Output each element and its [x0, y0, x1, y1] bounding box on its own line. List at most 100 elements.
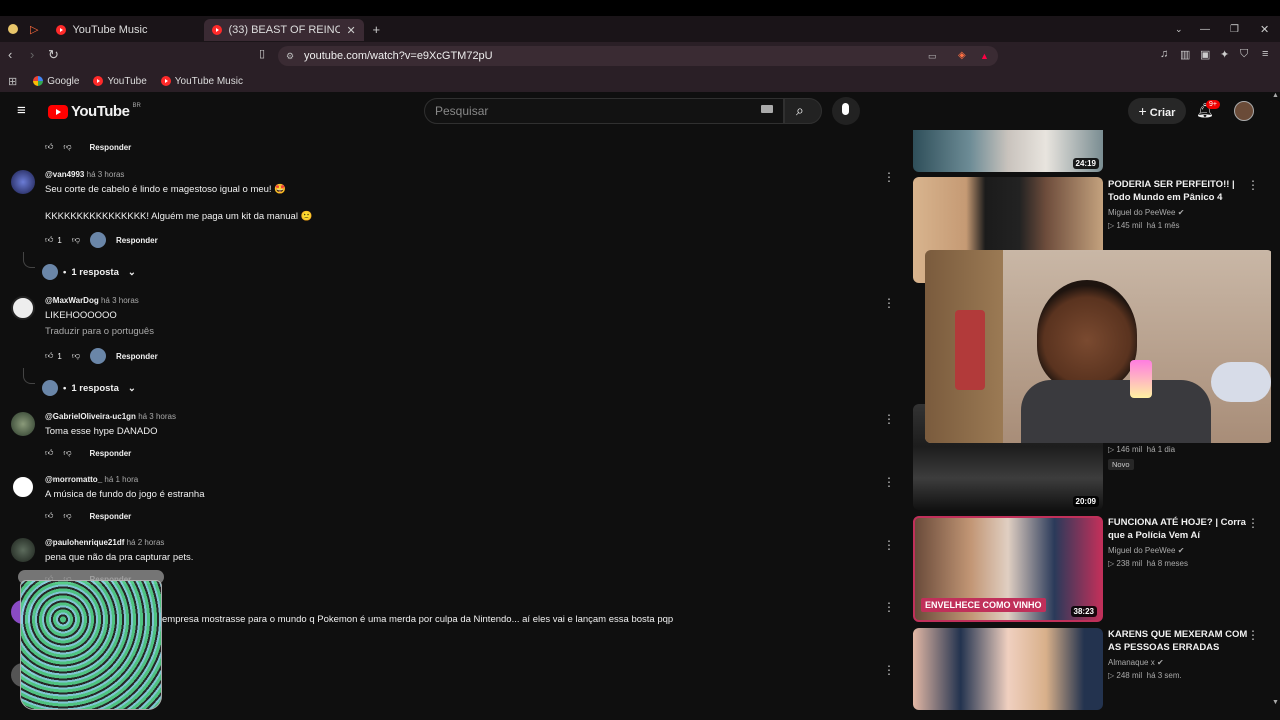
rewards-icon[interactable]: ▲: [980, 46, 989, 66]
search-input[interactable]: Pesquisar: [424, 98, 784, 124]
brave-shield-icon[interactable]: ◈: [958, 46, 966, 66]
translate-link[interactable]: Traduzir para o português: [45, 326, 154, 337]
comment-time[interactable]: há 3 horas: [101, 296, 139, 305]
like-icon[interactable]: 👍︎: [45, 448, 53, 458]
video-title[interactable]: KARENS QUE MEXERAM COM AS PESSOAS ERRADA…: [1108, 628, 1258, 654]
webcam-lamp: [1130, 360, 1152, 398]
reply-button[interactable]: Responder: [116, 352, 158, 361]
video-thumbnail[interactable]: ENVELHECE COMO VINHO 38:23: [913, 516, 1103, 622]
scroll-up-icon[interactable]: ▲: [1272, 92, 1279, 99]
comment-author[interactable]: @morromatto_: [45, 475, 102, 484]
tab-search-icon[interactable]: ⌄: [1175, 24, 1183, 35]
like-icon[interactable]: 👍︎: [45, 142, 53, 152]
more-options-icon[interactable]: ⋮: [883, 538, 895, 552]
voice-search-button[interactable]: [832, 97, 860, 125]
comment-time[interactable]: há 3 horas: [87, 170, 125, 179]
hamburger-menu-icon[interactable]: ≡: [17, 102, 26, 119]
leo-ai-icon[interactable]: ✦: [1220, 48, 1229, 61]
menu-icon[interactable]: ≡: [1262, 48, 1268, 60]
avatar[interactable]: [11, 412, 35, 436]
dislike-icon[interactable]: 👎︎: [63, 511, 71, 521]
view-replies-button[interactable]: • 1 resposta ⌄: [42, 380, 136, 396]
more-options-icon[interactable]: ⋮: [1247, 516, 1259, 530]
creator-heart-avatar: [89, 348, 106, 364]
search-button[interactable]: ⌕: [784, 98, 822, 124]
url-bar[interactable]: ⚙ youtube.com/watch?v=e9XcGTM72pU ▭ ◈ ▲: [278, 46, 998, 66]
account-avatar[interactable]: [1234, 101, 1254, 121]
dislike-icon[interactable]: 👎︎: [72, 235, 80, 245]
reply-button[interactable]: Responder: [90, 512, 132, 521]
video-meta: ▷ 248 mil há 3 sem.: [1108, 671, 1182, 680]
media-icon[interactable]: ♫: [1160, 48, 1168, 60]
channel-name[interactable]: Miguel do PeeWee ✔: [1108, 208, 1184, 217]
dislike-icon[interactable]: 👎︎: [63, 142, 71, 152]
tab-active-video[interactable]: (33) BEAST OF REINCARNATION ✕: [204, 19, 365, 41]
site-info-icon[interactable]: ⚙: [286, 46, 294, 66]
comment-author[interactable]: @MaxWarDog: [45, 296, 99, 305]
video-thumbnail[interactable]: 24:19: [913, 130, 1103, 172]
more-options-icon[interactable]: ⋮: [883, 296, 895, 310]
avatar[interactable]: [11, 170, 35, 194]
close-window-icon[interactable]: ✕: [1260, 23, 1269, 36]
page-scrollbar[interactable]: ▲ ▼: [1271, 92, 1280, 720]
create-button[interactable]: + Criar: [1128, 98, 1186, 124]
like-icon[interactable]: 👍︎: [45, 511, 53, 521]
video-title[interactable]: PODERIA SER PERFEITO!! | Todo Mundo em P…: [1108, 178, 1258, 204]
close-tab-icon[interactable]: ✕: [346, 24, 355, 37]
dislike-icon[interactable]: 👎︎: [72, 351, 80, 361]
channel-name[interactable]: Miguel do PeeWee ✔: [1108, 546, 1184, 555]
back-icon[interactable]: ‹: [8, 47, 12, 62]
new-tab-icon[interactable]: +: [372, 22, 380, 37]
maximize-icon[interactable]: ❐: [1230, 24, 1239, 35]
youtube-play-icon: [48, 104, 68, 119]
forward-icon[interactable]: ›: [30, 47, 34, 62]
reload-icon[interactable]: ↻: [48, 47, 59, 63]
comment-time[interactable]: há 3 horas: [138, 412, 176, 421]
vpn-icon[interactable]: ⛉: [1240, 48, 1248, 61]
view-replies-button[interactable]: • 1 resposta ⌄: [42, 264, 136, 280]
comment-author[interactable]: @paulohenrique21df: [45, 538, 124, 547]
video-title[interactable]: FUNCIONA ATÉ HOJE? | Corra que a Polícia…: [1108, 516, 1258, 542]
like-icon[interactable]: 👍︎: [45, 351, 53, 361]
more-options-icon[interactable]: ⋮: [883, 600, 895, 614]
avatar[interactable]: [11, 296, 35, 320]
dislike-icon[interactable]: 👎︎: [63, 448, 71, 458]
youtube-logo[interactable]: YouTube BR: [48, 103, 141, 120]
reply-button[interactable]: Responder: [116, 236, 158, 245]
apps-grid-icon[interactable]: ⊞: [8, 75, 17, 88]
channel-name[interactable]: Almanaque x ✔: [1108, 658, 1164, 667]
keyboard-icon[interactable]: [761, 105, 773, 113]
verified-icon: ✔: [1177, 208, 1185, 217]
bookmark-youtube-music[interactable]: YouTube Music: [160, 76, 243, 87]
comment-time[interactable]: há 2 horas: [127, 538, 165, 547]
comment-author[interactable]: @GabrielOliveira-uc1gn: [45, 412, 136, 421]
more-options-icon[interactable]: ⋮: [1247, 628, 1259, 642]
minimize-icon[interactable]: —: [1200, 24, 1210, 35]
bookmark-google[interactable]: Google: [33, 76, 79, 87]
music-app-icon[interactable]: ▷: [30, 23, 38, 36]
more-options-icon[interactable]: ⋮: [1247, 178, 1259, 192]
more-options-icon[interactable]: ⋮: [883, 475, 895, 489]
reply-button[interactable]: Responder: [90, 143, 132, 152]
like-icon[interactable]: 👍︎: [45, 235, 53, 245]
browser-logo-icon[interactable]: [8, 24, 18, 34]
comment-header: @paulohenrique21df há 2 horas: [45, 538, 164, 547]
comment-author[interactable]: @van4993: [45, 170, 84, 179]
more-options-icon[interactable]: ⋮: [883, 170, 895, 184]
reply-button[interactable]: Responder: [90, 449, 132, 458]
avatar[interactable]: [11, 475, 35, 499]
scroll-down-icon[interactable]: ▼: [1272, 699, 1279, 706]
bookmark-youtube[interactable]: YouTube: [93, 76, 147, 87]
more-options-icon[interactable]: ⋮: [883, 663, 895, 677]
wallet-icon[interactable]: ▣: [1200, 48, 1210, 61]
more-options-icon[interactable]: ⋮: [883, 412, 895, 426]
avatar[interactable]: [11, 538, 35, 562]
bookmark-label: Google: [47, 75, 80, 87]
sidebar-toggle-icon[interactable]: ▥: [1180, 48, 1190, 61]
thumbnail-caption: ENVELHECE COMO VINHO: [921, 598, 1046, 612]
cast-icon[interactable]: ▭: [928, 46, 937, 66]
tab-youtube-music[interactable]: YouTube Music: [48, 19, 204, 41]
bookmark-icon[interactable]: ▯: [259, 47, 265, 60]
comment-time[interactable]: há 1 hora: [104, 475, 138, 484]
video-thumbnail[interactable]: [913, 628, 1103, 710]
